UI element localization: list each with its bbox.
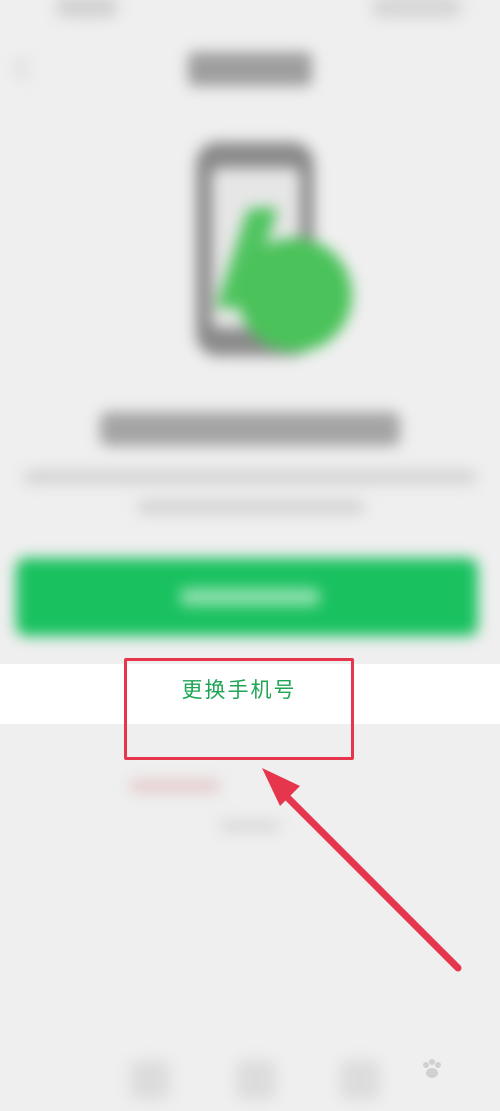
annotation-arrow-icon <box>262 768 462 972</box>
watermark-logo <box>388 1050 498 1108</box>
baidu-paw-icon <box>423 1059 441 1078</box>
